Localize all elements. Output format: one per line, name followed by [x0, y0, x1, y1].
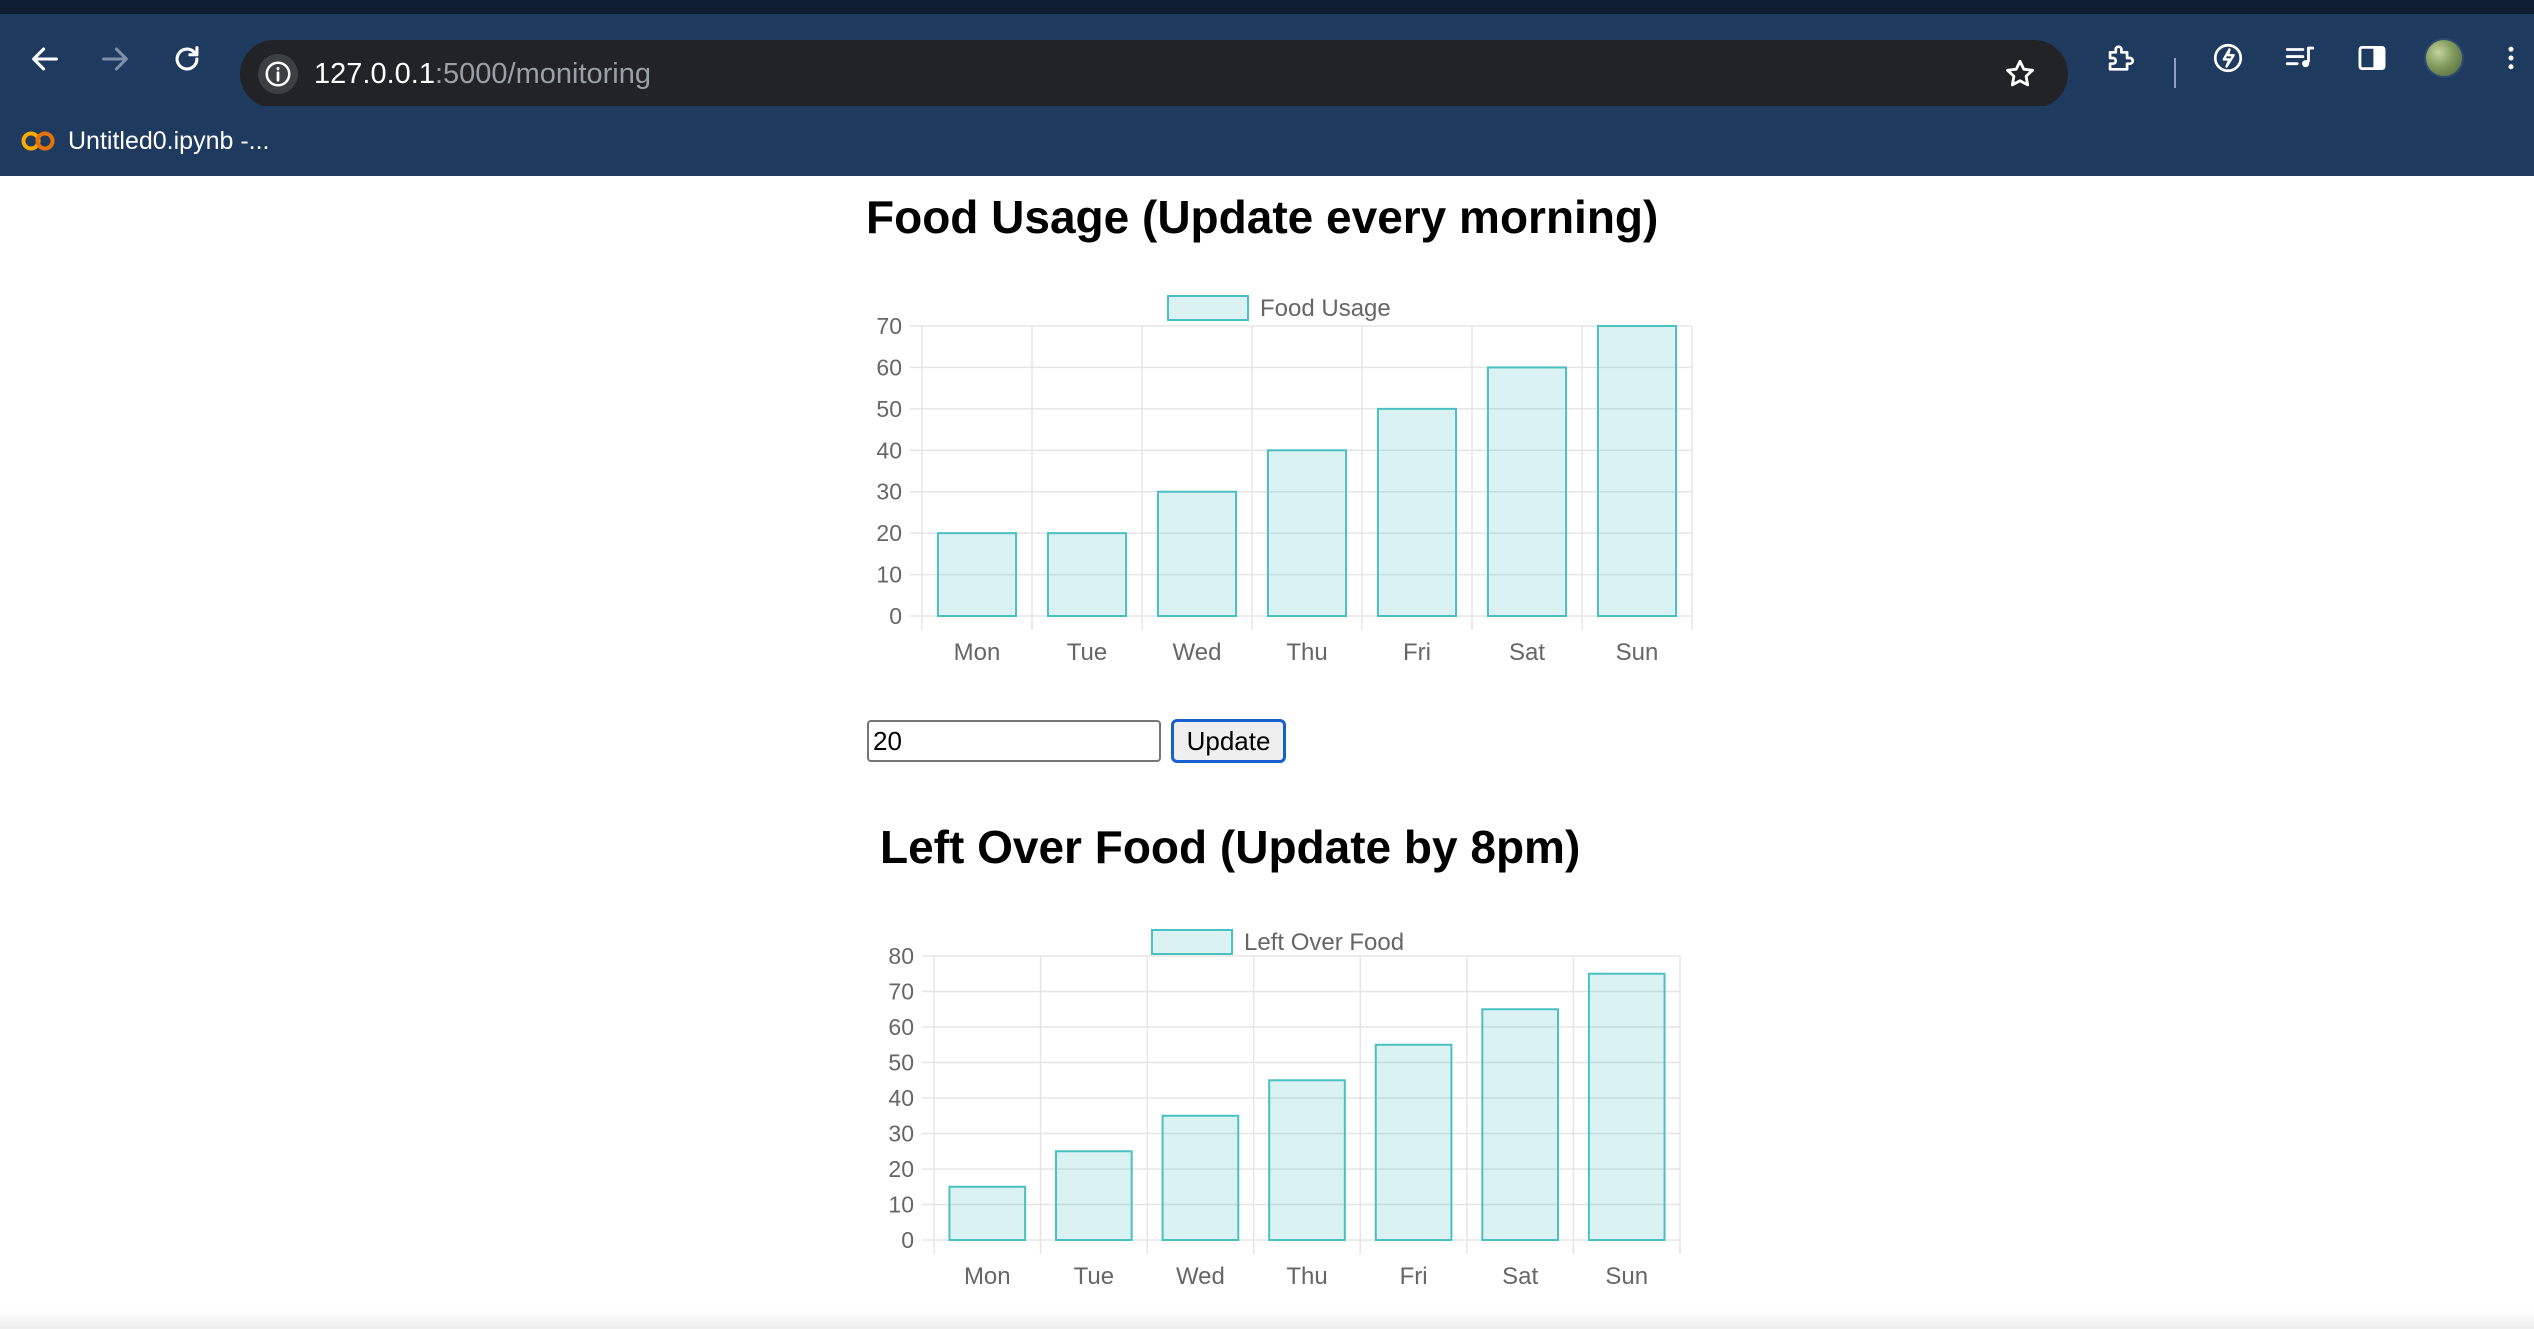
- bookmark-label: Untitled0.ipynb -...: [68, 126, 270, 155]
- profile-avatar[interactable]: [2424, 38, 2464, 78]
- reload-button[interactable]: [160, 32, 214, 86]
- bookmark-star-button[interactable]: [2000, 54, 2040, 94]
- bar: [1268, 1079, 1346, 1241]
- y-tick-label: 70: [876, 313, 902, 339]
- legend-label: Food Usage: [1260, 295, 1391, 322]
- bar: [1596, 325, 1678, 617]
- food-usage-chart: Food Usage 0 10 20 30 40 50 60 70 Mon Tue Wed Thu Fri…: [876, 295, 1693, 666]
- page-content: Food Usage (Update every morning) Food U…: [0, 176, 2534, 1329]
- url-path: :5000/monitoring: [434, 58, 651, 90]
- y-tick-label: 50: [876, 396, 902, 422]
- bar: [1266, 449, 1348, 617]
- bar: [1376, 407, 1458, 617]
- bookmarks-bar: Untitled0.ipynb -...: [0, 106, 2534, 176]
- toolbar-divider: [2174, 58, 2176, 88]
- x-tick-label: Thu: [1286, 1263, 1327, 1290]
- site-info-button[interactable]: [258, 54, 298, 94]
- bar: [1055, 1150, 1133, 1241]
- colab-icon: [21, 131, 55, 151]
- media-button[interactable]: [2278, 36, 2322, 80]
- y-tick-label: 40: [888, 1085, 914, 1111]
- x-tick-label: Sat: [1502, 1263, 1538, 1290]
- puzzle-icon: [2108, 45, 2135, 71]
- y-tick-label: 30: [876, 479, 902, 505]
- reload-icon: [175, 46, 199, 71]
- y-tick-label: 50: [888, 1050, 914, 1076]
- bar: [1156, 490, 1238, 617]
- food-usage-input[interactable]: [867, 720, 1161, 762]
- y-tick-label: 0: [901, 1227, 914, 1253]
- left-over-title: Left Over Food (Update by 8pm): [880, 821, 1581, 873]
- y-tick-label: 60: [888, 1014, 914, 1040]
- url-text: 127.0.0.1:5000/monitoring: [314, 54, 651, 94]
- legend-label: Left Over Food: [1244, 929, 1404, 956]
- back-button[interactable]: [18, 32, 72, 86]
- y-tick-label: 0: [889, 603, 902, 629]
- arrow-left-icon: [32, 47, 58, 71]
- x-tick-label: Wed: [1173, 639, 1222, 666]
- x-tick-label: Sun: [1616, 639, 1659, 666]
- bar: [1481, 1008, 1559, 1241]
- left-over-chart: Left Over Food 0 10 20 30 40 50 60 70 80 Mon Tue Wed…: [888, 929, 1681, 1290]
- address-bar[interactable]: 127.0.0.1:5000/monitoring: [240, 40, 2068, 108]
- star-icon: [2006, 59, 2034, 87]
- y-tick-label: 10: [888, 1192, 914, 1218]
- food-usage-title: Food Usage (Update every morning): [866, 191, 1659, 243]
- page-bottom-edge: [0, 1309, 2534, 1329]
- legend-swatch: [1167, 295, 1249, 321]
- y-tick-label: 60: [876, 354, 902, 380]
- bar: [1486, 366, 1568, 617]
- arrow-right-icon: [102, 47, 128, 71]
- update-button[interactable]: Update: [1171, 719, 1286, 763]
- bar: [1046, 532, 1128, 617]
- x-tick-label: Mon: [954, 639, 1001, 666]
- x-tick-label: Tue: [1074, 1263, 1114, 1290]
- tab-strip: [0, 0, 2534, 14]
- y-tick-label: 10: [876, 562, 902, 588]
- url-host: 127.0.0.1: [314, 58, 435, 90]
- y-tick-label: 70: [888, 979, 914, 1005]
- x-tick-label: Mon: [964, 1263, 1011, 1290]
- bookmark-item[interactable]: Untitled0.ipynb -...: [20, 116, 270, 166]
- media-queue-icon: [2285, 46, 2315, 68]
- info-icon: [265, 61, 291, 87]
- y-tick-label: 30: [888, 1121, 914, 1147]
- side-panel-icon: [2358, 45, 2386, 71]
- x-tick-label: Fri: [1403, 639, 1431, 666]
- bar: [936, 532, 1018, 617]
- side-panel-button[interactable]: [2350, 36, 2394, 80]
- browser-toolbar: 127.0.0.1:5000/monitoring: [0, 14, 2534, 108]
- x-tick-label: Wed: [1176, 1263, 1225, 1290]
- performance-button[interactable]: [2206, 36, 2250, 80]
- x-tick-label: Tue: [1067, 639, 1107, 666]
- bar: [948, 1185, 1027, 1241]
- y-tick-label: 20: [876, 520, 902, 546]
- x-tick-label: Sat: [1509, 639, 1545, 666]
- x-tick-label: Thu: [1286, 639, 1327, 666]
- y-tick-label: 20: [888, 1156, 914, 1182]
- menu-button[interactable]: [2496, 36, 2526, 80]
- extensions-button[interactable]: [2098, 36, 2142, 80]
- forward-button[interactable]: [88, 32, 142, 86]
- leaf-icon: [2213, 43, 2243, 73]
- kebab-menu-icon: [2508, 46, 2514, 70]
- bar: [1587, 972, 1666, 1241]
- legend-swatch: [1151, 929, 1233, 955]
- x-tick-label: Sun: [1605, 1263, 1648, 1290]
- bar: [1374, 1043, 1453, 1241]
- bar: [1161, 1114, 1240, 1241]
- x-tick-label: Fri: [1400, 1263, 1428, 1290]
- y-tick-label: 80: [888, 943, 914, 969]
- y-tick-label: 40: [876, 437, 902, 463]
